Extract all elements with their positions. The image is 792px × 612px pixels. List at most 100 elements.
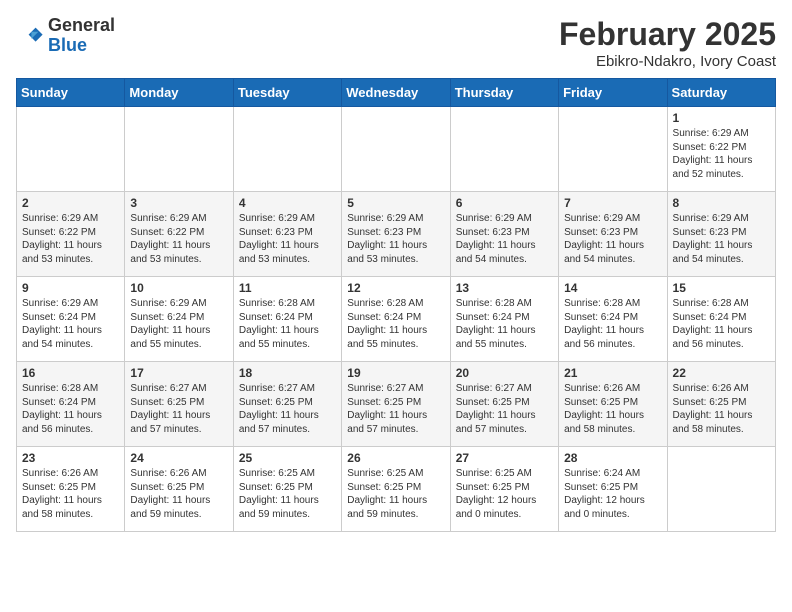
calendar-day-cell: 21 Sunrise: 6:26 AMSunset: 6:25 PMDayligh… — [559, 362, 667, 447]
calendar-day-cell: 26 Sunrise: 6:25 AMSunset: 6:25 PMDayligh… — [342, 447, 450, 532]
day-info: Sunrise: 6:26 AMSunset: 6:25 PMDaylight:… — [22, 467, 119, 521]
day-info: Sunrise: 6:29 AMSunset: 6:22 PMDaylight:… — [673, 127, 770, 181]
calendar-day-cell — [667, 447, 775, 532]
day-number: 22 — [673, 366, 770, 380]
calendar-day-cell: 9Sunrise: 6:29 AMSunset: 6:24 PMDaylight… — [17, 277, 125, 362]
day-info: Sunrise: 6:25 AMSunset: 6:25 PMDaylight:… — [347, 467, 444, 521]
day-number: 17 — [130, 366, 227, 380]
day-number: 19 — [347, 366, 444, 380]
weekday-header-cell: Friday — [559, 79, 667, 107]
calendar-day-cell — [125, 107, 233, 192]
calendar-day-cell: 14Sunrise: 6:28 AMSunset: 6:24 PMDayligh… — [559, 277, 667, 362]
day-number: 24 — [130, 451, 227, 465]
calendar-day-cell: 4 Sunrise: 6:29 AMSunset: 6:23 PMDaylight… — [233, 192, 341, 277]
weekday-header-cell: Saturday — [667, 79, 775, 107]
day-info: Sunrise: 6:27 AMSunset: 6:25 PMDaylight:… — [239, 382, 336, 436]
weekday-header-cell: Thursday — [450, 79, 558, 107]
day-number: 3 — [130, 196, 227, 210]
weekday-header-cell: Wednesday — [342, 79, 450, 107]
calendar-day-cell: 15 Sunrise: 6:28 AMSunset: 6:24 PMDayligh… — [667, 277, 775, 362]
day-info: Sunrise: 6:27 AMSunset: 6:25 PMDaylight:… — [130, 382, 227, 436]
calendar-week-row: 23 Sunrise: 6:26 AMSunset: 6:25 PMDayligh… — [17, 447, 776, 532]
calendar-day-cell: 19 Sunrise: 6:27 AMSunset: 6:25 PMDayligh… — [342, 362, 450, 447]
calendar-day-cell: 20 Sunrise: 6:27 AMSunset: 6:25 PMDayligh… — [450, 362, 558, 447]
calendar-day-cell — [17, 107, 125, 192]
calendar-day-cell: 18 Sunrise: 6:27 AMSunset: 6:25 PMDayligh… — [233, 362, 341, 447]
title-block: February 2025 Ebikro-Ndakro, Ivory Coast — [559, 16, 776, 70]
day-info: Sunrise: 6:28 AMSunset: 6:24 PMDaylight:… — [347, 297, 444, 351]
calendar-day-cell: 6Sunrise: 6:29 AMSunset: 6:23 PMDaylight… — [450, 192, 558, 277]
day-number: 25 — [239, 451, 336, 465]
calendar-body: 1 Sunrise: 6:29 AMSunset: 6:22 PMDaylight… — [17, 107, 776, 532]
day-info: Sunrise: 6:28 AMSunset: 6:24 PMDaylight:… — [239, 297, 336, 351]
calendar-day-cell: 3 Sunrise: 6:29 AMSunset: 6:22 PMDaylight… — [125, 192, 233, 277]
day-info: Sunrise: 6:26 AMSunset: 6:25 PMDaylight:… — [564, 382, 661, 436]
calendar-day-cell: 10 Sunrise: 6:29 AMSunset: 6:24 PMDayligh… — [125, 277, 233, 362]
calendar-day-cell: 27 Sunrise: 6:25 AMSunset: 6:25 PMDayligh… — [450, 447, 558, 532]
calendar-week-row: 2 Sunrise: 6:29 AMSunset: 6:22 PMDaylight… — [17, 192, 776, 277]
day-info: Sunrise: 6:28 AMSunset: 6:24 PMDaylight:… — [456, 297, 553, 351]
day-number: 21 — [564, 366, 661, 380]
calendar-day-cell: 23 Sunrise: 6:26 AMSunset: 6:25 PMDayligh… — [17, 447, 125, 532]
day-info: Sunrise: 6:29 AMSunset: 6:22 PMDaylight:… — [22, 212, 119, 266]
day-number: 16 — [22, 366, 119, 380]
day-number: 7 — [564, 196, 661, 210]
calendar-day-cell: 11 Sunrise: 6:28 AMSunset: 6:24 PMDayligh… — [233, 277, 341, 362]
day-info: Sunrise: 6:29 AMSunset: 6:22 PMDaylight:… — [130, 212, 227, 266]
calendar-day-cell: 16 Sunrise: 6:28 AMSunset: 6:24 PMDayligh… — [17, 362, 125, 447]
weekday-header-cell: Monday — [125, 79, 233, 107]
calendar-day-cell: 22 Sunrise: 6:26 AMSunset: 6:25 PMDayligh… — [667, 362, 775, 447]
day-number: 6 — [456, 196, 553, 210]
calendar-day-cell — [342, 107, 450, 192]
general-blue-logo-icon — [16, 22, 44, 50]
day-info: Sunrise: 6:29 AMSunset: 6:23 PMDaylight:… — [239, 212, 336, 266]
day-number: 18 — [239, 366, 336, 380]
logo-text: General Blue — [48, 16, 115, 56]
calendar-day-cell: 2 Sunrise: 6:29 AMSunset: 6:22 PMDaylight… — [17, 192, 125, 277]
calendar-day-cell: 8Sunrise: 6:29 AMSunset: 6:23 PMDaylight… — [667, 192, 775, 277]
day-info: Sunrise: 6:28 AMSunset: 6:24 PMDaylight:… — [22, 382, 119, 436]
weekday-header-row: SundayMondayTuesdayWednesdayThursdayFrid… — [17, 79, 776, 107]
calendar-week-row: 9Sunrise: 6:29 AMSunset: 6:24 PMDaylight… — [17, 277, 776, 362]
calendar-day-cell: 5Sunrise: 6:29 AMSunset: 6:23 PMDaylight… — [342, 192, 450, 277]
day-number: 10 — [130, 281, 227, 295]
calendar-day-cell — [559, 107, 667, 192]
day-number: 2 — [22, 196, 119, 210]
day-number: 20 — [456, 366, 553, 380]
day-number: 27 — [456, 451, 553, 465]
day-info: Sunrise: 6:26 AMSunset: 6:25 PMDaylight:… — [673, 382, 770, 436]
month-title: February 2025 — [559, 16, 776, 53]
day-number: 12 — [347, 281, 444, 295]
location-title: Ebikro-Ndakro, Ivory Coast — [559, 53, 776, 70]
day-number: 28 — [564, 451, 661, 465]
weekday-header-cell: Tuesday — [233, 79, 341, 107]
day-info: Sunrise: 6:29 AMSunset: 6:24 PMDaylight:… — [130, 297, 227, 351]
logo-line2: Blue — [48, 35, 87, 55]
day-number: 26 — [347, 451, 444, 465]
calendar-day-cell: 25 Sunrise: 6:25 AMSunset: 6:25 PMDayligh… — [233, 447, 341, 532]
calendar-day-cell — [450, 107, 558, 192]
day-info: Sunrise: 6:27 AMSunset: 6:25 PMDaylight:… — [456, 382, 553, 436]
day-info: Sunrise: 6:28 AMSunset: 6:24 PMDaylight:… — [673, 297, 770, 351]
calendar-day-cell: 13 Sunrise: 6:28 AMSunset: 6:24 PMDayligh… — [450, 277, 558, 362]
weekday-header-cell: Sunday — [17, 79, 125, 107]
day-number: 23 — [22, 451, 119, 465]
logo-line1: General — [48, 15, 115, 35]
day-number: 14 — [564, 281, 661, 295]
day-number: 1 — [673, 111, 770, 125]
day-info: Sunrise: 6:29 AMSunset: 6:23 PMDaylight:… — [673, 212, 770, 266]
day-number: 11 — [239, 281, 336, 295]
calendar-day-cell: 24Sunrise: 6:26 AMSunset: 6:25 PMDayligh… — [125, 447, 233, 532]
day-number: 5 — [347, 196, 444, 210]
day-number: 4 — [239, 196, 336, 210]
calendar-week-row: 16 Sunrise: 6:28 AMSunset: 6:24 PMDayligh… — [17, 362, 776, 447]
day-info: Sunrise: 6:25 AMSunset: 6:25 PMDaylight:… — [456, 467, 553, 521]
day-number: 13 — [456, 281, 553, 295]
calendar-table: SundayMondayTuesdayWednesdayThursdayFrid… — [16, 78, 776, 532]
day-number: 15 — [673, 281, 770, 295]
day-info: Sunrise: 6:27 AMSunset: 6:25 PMDaylight:… — [347, 382, 444, 436]
day-info: Sunrise: 6:25 AMSunset: 6:25 PMDaylight:… — [239, 467, 336, 521]
calendar-day-cell: 1 Sunrise: 6:29 AMSunset: 6:22 PMDaylight… — [667, 107, 775, 192]
day-info: Sunrise: 6:24 AMSunset: 6:25 PMDaylight:… — [564, 467, 661, 521]
calendar-week-row: 1 Sunrise: 6:29 AMSunset: 6:22 PMDaylight… — [17, 107, 776, 192]
